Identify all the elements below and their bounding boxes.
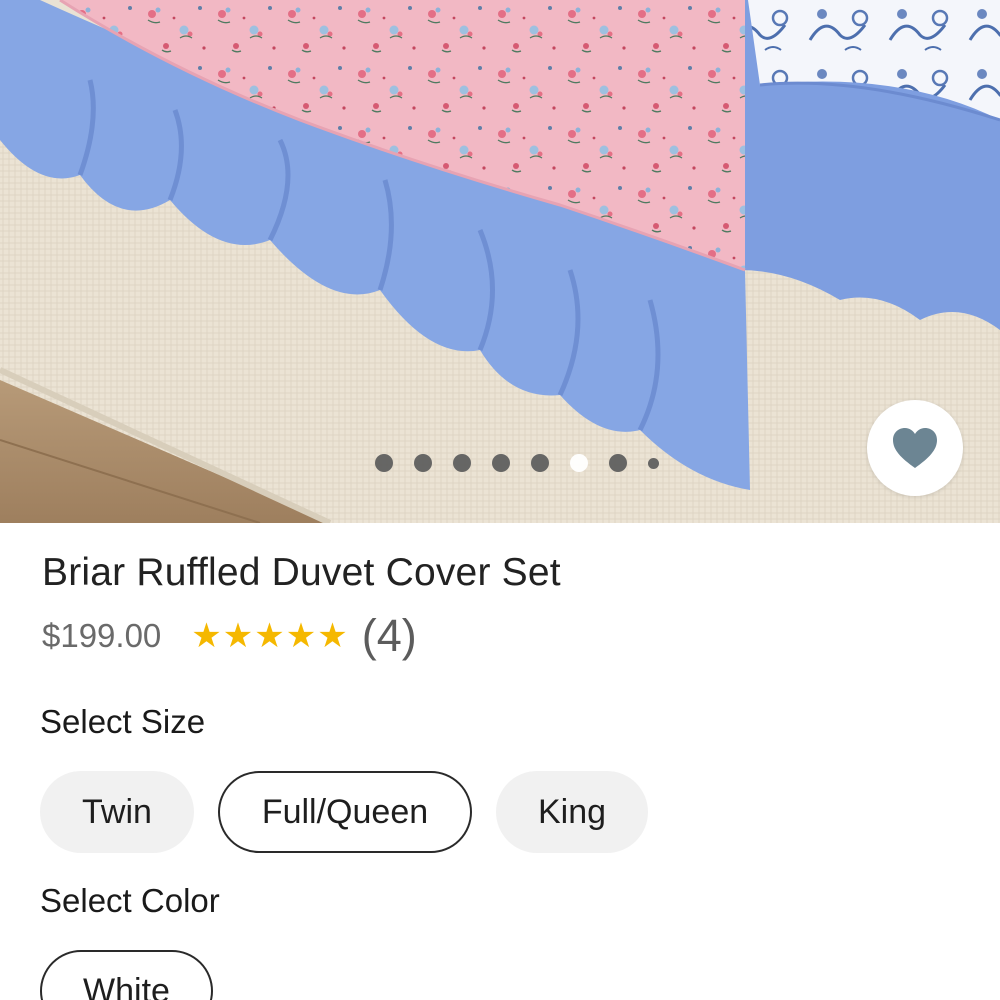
color-option-white[interactable]: White — [40, 950, 213, 1000]
star-icon: ★ — [254, 617, 285, 655]
select-color-label: Select Color — [40, 882, 220, 919]
star-icon: ★ — [191, 617, 222, 655]
rating-stars[interactable]: ★ ★ ★ ★ ★ — [191, 619, 347, 653]
heart-icon — [893, 428, 937, 468]
size-option-twin[interactable]: Twin — [40, 771, 194, 853]
carousel-dot[interactable] — [414, 454, 432, 472]
favorite-button[interactable] — [867, 400, 963, 496]
color-options: White — [40, 950, 213, 1000]
size-option-king[interactable]: King — [496, 771, 648, 853]
product-photo — [0, 0, 1000, 523]
star-icon: ★ — [222, 617, 254, 655]
star-icon: ★ — [317, 617, 348, 655]
star-icon: ★ — [285, 617, 317, 655]
review-count-link[interactable]: (4) — [362, 610, 417, 662]
size-option-full-queen[interactable]: Full/Queen — [218, 771, 472, 853]
carousel-dot[interactable] — [375, 454, 393, 472]
select-size-label: Select Size — [40, 703, 206, 740]
carousel-dot[interactable] — [609, 454, 627, 472]
carousel-dot[interactable] — [531, 454, 549, 472]
carousel-dot[interactable] — [453, 454, 471, 472]
size-options: Twin Full/Queen King — [40, 771, 648, 853]
carousel-dot[interactable] — [492, 454, 510, 472]
product-title: Briar Ruffled Duvet Cover Set — [42, 551, 561, 594]
carousel-dot-more[interactable] — [648, 457, 659, 469]
carousel-pagination[interactable] — [375, 452, 659, 474]
product-price: $199.00 — [42, 617, 162, 654]
price-rating-row: $199.00 ★ ★ ★ ★ ★ (4) — [42, 608, 417, 664]
product-image-gallery[interactable] — [0, 0, 1000, 523]
carousel-dot-active[interactable] — [570, 454, 588, 472]
